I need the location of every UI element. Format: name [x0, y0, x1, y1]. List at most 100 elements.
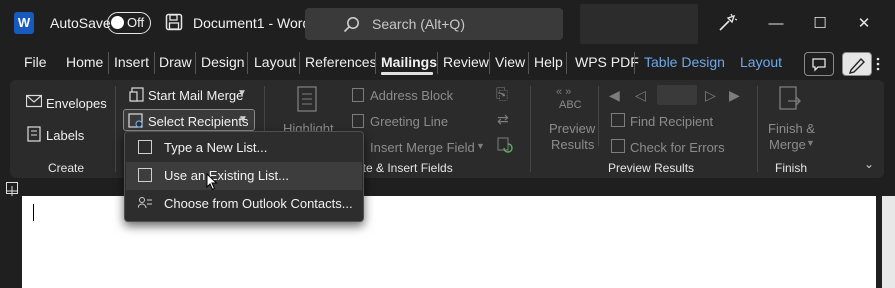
labels-icon	[26, 126, 42, 147]
finish-merge-line2[interactable]: Merge	[769, 137, 806, 152]
tab-separator	[634, 52, 635, 74]
match-fields-icon[interactable]: ⇄	[497, 111, 509, 128]
menu-item-label: Type a New List...	[164, 140, 268, 155]
group-separator	[530, 86, 531, 172]
maximize-icon[interactable]: ☐	[808, 12, 832, 36]
insert-merge-field-button[interactable]: Insert Merge Field	[370, 140, 475, 155]
tab-separator	[154, 52, 155, 74]
group-label-write-insert: rite & Insert Fields	[356, 161, 453, 175]
close-icon[interactable]: ✕	[852, 12, 876, 36]
account-area[interactable]	[580, 4, 698, 44]
group-separator	[598, 86, 599, 146]
envelope-icon	[25, 94, 43, 113]
table-move-handle-icon[interactable]	[6, 182, 18, 196]
menu-item-type-new-list[interactable]: Type a New List...	[126, 134, 362, 162]
text-caret	[33, 204, 34, 221]
chevron-down-icon: ▼	[237, 88, 247, 99]
tab-design[interactable]: Design	[201, 54, 245, 70]
new-list-icon	[138, 140, 152, 154]
mouse-cursor-icon	[206, 172, 218, 196]
ribbon-options-icon[interactable]	[873, 56, 883, 72]
editing-button[interactable]	[842, 52, 872, 76]
word-logo-icon: W	[14, 12, 39, 34]
tab-draw[interactable]: Draw	[159, 54, 192, 70]
tab-file[interactable]: File	[24, 54, 47, 70]
autosave-toggle[interactable]: Off	[107, 12, 151, 34]
preview-results-line1[interactable]: Preview	[549, 121, 595, 136]
tab-table-design[interactable]: Table Design	[644, 54, 725, 70]
active-tab-indicator	[381, 72, 433, 75]
select-recipients-menu: Type a New List... Use an Existing List.…	[124, 131, 364, 222]
first-record-icon[interactable]: ◀​	[609, 87, 620, 104]
envelopes-button[interactable]: Envelopes	[46, 96, 107, 111]
address-block-icon	[352, 88, 364, 107]
last-record-icon[interactable]: ▶	[729, 87, 740, 104]
select-recipients-label: Select Recipients	[148, 114, 249, 129]
document-title: Document1 - Word	[193, 15, 311, 31]
preview-results-line2[interactable]: Results	[551, 137, 594, 152]
tab-separator	[566, 52, 567, 74]
tab-separator	[437, 52, 438, 74]
save-icon[interactable]	[165, 13, 183, 36]
tab-view[interactable]: View	[495, 54, 525, 70]
tab-table-layout[interactable]: Layout	[740, 54, 782, 70]
greeting-line-button[interactable]: Greeting Line	[370, 114, 448, 129]
tab-separator	[489, 52, 490, 74]
tab-wps-pdf[interactable]: WPS PDF	[575, 54, 639, 70]
toggle-knob	[111, 16, 124, 29]
collapse-ribbon-icon[interactable]: ⌄	[864, 157, 874, 171]
update-labels-icon[interactable]	[497, 137, 513, 158]
autosave-state: Off	[127, 15, 145, 30]
address-block-button[interactable]: Address Block	[370, 88, 453, 103]
tab-separator	[528, 52, 529, 74]
next-record-icon[interactable]: ▷	[705, 87, 716, 104]
record-number-input[interactable]	[657, 85, 697, 105]
comments-button[interactable]	[804, 52, 834, 76]
tab-separator	[195, 52, 196, 74]
labels-button[interactable]: Labels	[46, 128, 84, 143]
tab-help[interactable]: Help	[534, 54, 563, 70]
menu-item-label: Use an Existing List...	[164, 168, 289, 183]
start-mail-merge-button[interactable]: Start Mail Merge	[148, 88, 243, 103]
tab-separator	[108, 52, 109, 74]
vertical-scrollbar[interactable]	[882, 196, 895, 288]
group-label-preview-results: Preview Results	[608, 161, 695, 175]
group-separator	[115, 86, 116, 172]
tab-insert[interactable]: Insert	[114, 54, 149, 70]
tab-separator	[299, 52, 300, 74]
chevron-down-icon: ▼	[238, 114, 248, 125]
chevron-down-icon: ▼	[806, 138, 815, 148]
find-recipient-button[interactable]: Find Recipient	[630, 114, 713, 129]
preview-arrows-icon: « »	[556, 86, 572, 98]
tab-home[interactable]: Home	[66, 54, 103, 70]
group-label-create: Create	[48, 161, 85, 175]
tab-layout[interactable]: Layout	[254, 54, 296, 70]
search-placeholder: Search (Alt+Q)	[372, 16, 465, 32]
rules-icon[interactable]: ⎘	[496, 86, 508, 103]
find-recipient-icon	[611, 113, 625, 132]
group-separator	[757, 86, 758, 172]
tab-mailings[interactable]: Mailings	[381, 54, 437, 70]
existing-list-icon	[138, 168, 152, 182]
search-box[interactable]: Search (Alt+Q)	[305, 8, 563, 40]
minimize-icon[interactable]: —	[764, 12, 788, 36]
menu-item-use-existing-list[interactable]: Use an Existing List...	[126, 162, 362, 190]
tab-separator	[375, 52, 376, 74]
mail-merge-icon	[129, 87, 145, 108]
contacts-icon	[137, 196, 152, 210]
tab-review[interactable]: Review	[443, 54, 489, 70]
menu-item-label: Choose from Outlook Contacts...	[164, 196, 353, 211]
finish-merge-icon	[778, 86, 804, 119]
search-icon	[343, 16, 360, 38]
group-label-finish: Finish	[775, 161, 808, 175]
tab-separator	[247, 52, 248, 74]
designer-icon[interactable]	[716, 12, 738, 39]
check-errors-button[interactable]: Check for Errors	[630, 140, 725, 155]
autosave-label: AutoSave	[50, 15, 111, 31]
previous-record-icon[interactable]: ◁	[635, 87, 646, 104]
tab-references[interactable]: References	[305, 54, 377, 70]
chevron-down-icon: ▼	[476, 141, 485, 151]
menu-item-outlook-contacts[interactable]: Choose from Outlook Contacts...	[126, 190, 362, 218]
finish-merge-line1[interactable]: Finish &	[768, 121, 815, 136]
highlight-fields-icon	[296, 86, 320, 119]
